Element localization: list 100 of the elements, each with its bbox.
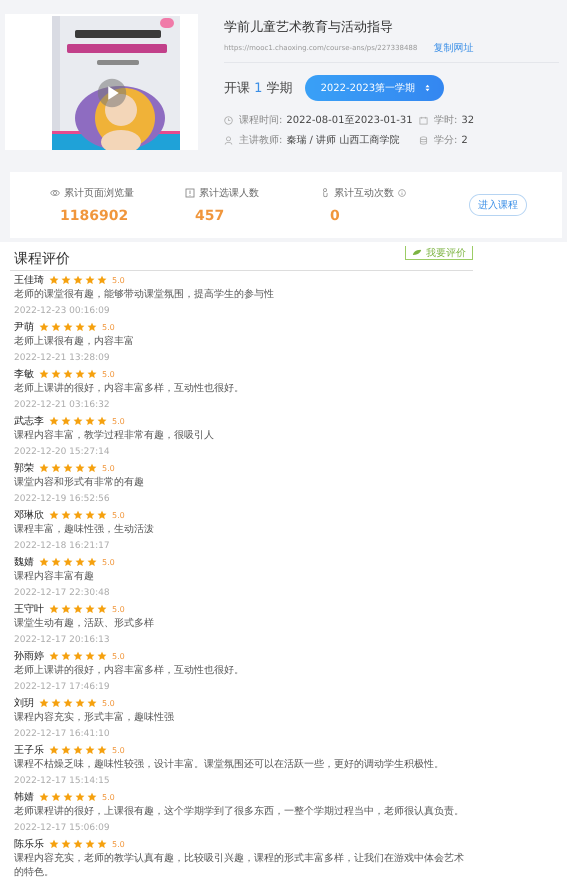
stat-value: 457 (194, 208, 226, 224)
review-date: 2022-12-18 16:21:17 (14, 540, 111, 553)
star-icon (49, 651, 59, 661)
rating-score: 5.0 (102, 370, 115, 378)
review-date: 2022-12-17 15:14:15 (14, 775, 111, 788)
star-icon (39, 463, 49, 473)
star-icon (75, 698, 85, 708)
review-comment: 课程丰富，趣味性强，生动活泼 (14, 523, 155, 537)
reviewer-name: 王子乐 (14, 744, 44, 757)
star-icon (51, 698, 61, 708)
star-icon (85, 651, 95, 661)
review-date: 2022-12-17 22:30:48 (14, 587, 111, 600)
reviewer-name: 邓琳欣 (14, 508, 44, 522)
rating-score: 5.0 (112, 510, 125, 520)
stat-label: 累计互动次数 (334, 186, 394, 200)
enter-course-button[interactable]: 进入课程 (469, 194, 527, 216)
review-comment: 老师课程讲的很好，上课很有趣，这个学期学到了很多东西，一整个学期过程当中，老师很认真负责。 (14, 805, 465, 819)
reviewer-name: 李敏 (14, 368, 34, 381)
star-icon (63, 698, 73, 708)
star-icon (87, 322, 97, 332)
star-icon (85, 745, 95, 755)
star-icon (73, 604, 83, 614)
rating-score: 5.0 (102, 464, 115, 472)
star-icon (73, 745, 83, 755)
star-icon (51, 322, 61, 332)
stat-label: 累计页面浏览量 (64, 186, 134, 200)
sort-caret-icon (425, 84, 430, 92)
star-icon (61, 745, 71, 755)
star-icon (49, 416, 59, 426)
rating-score: 5.0 (112, 746, 125, 754)
star-icon (61, 651, 71, 661)
rating-score: 5.0 (102, 558, 115, 566)
star-icon (49, 510, 59, 520)
review-comment: 课堂生动有趣，活跃、形式多样 (14, 617, 155, 631)
star-icon (39, 792, 49, 802)
rating-score: 5.0 (102, 792, 115, 802)
star-icon (75, 557, 85, 567)
star-icon (51, 792, 61, 802)
star-icon (97, 839, 107, 849)
star-icon (51, 463, 61, 473)
reviewer-name: 武志李 (14, 414, 44, 428)
review-comment: 老师上课讲的很好，内容丰富多样，互动性也很好。 (14, 382, 245, 396)
star-icon (63, 792, 73, 802)
copy-link[interactable]: 复制网址 (433, 41, 474, 55)
reviewer-name: 郭荣 (14, 462, 34, 475)
play-icon[interactable] (97, 78, 127, 108)
star-icon (73, 416, 83, 426)
clock-icon (224, 116, 233, 124)
term-count: 开课 1 学期 (224, 80, 293, 97)
review-comment: 课堂内容和形式有非常的有趣 (14, 476, 145, 490)
review-comment: 课程内容丰富，教学过程非常有趣，很吸引人 (14, 429, 215, 443)
star-icon (61, 510, 71, 520)
star-icon (75, 322, 85, 332)
star-icon (61, 275, 71, 285)
review-date: 2022-12-17 17:46:19 (14, 681, 111, 694)
reviewer-name: 陈乐乐 (14, 838, 44, 851)
star-icon (63, 322, 73, 332)
review-comment: 老师上课很有趣，内容丰富 (14, 335, 135, 349)
term-select[interactable]: 2022-2023第一学期 (304, 75, 444, 101)
rating-score: 5.0 (112, 604, 125, 614)
star-icon (51, 369, 61, 379)
review-comment: 课程不枯燥乏味，趣味性较强，设计丰富。课堂氛围还可以在活跃一些，更好的调动学生积极性。 (14, 758, 445, 772)
info-label: 主讲教师: (239, 134, 282, 147)
review-comment: 课程内容丰富有趣 (14, 570, 95, 584)
star-icon (63, 557, 73, 567)
star-icon (87, 463, 97, 473)
star-icon (87, 698, 97, 708)
rating-score: 5.0 (102, 322, 115, 332)
leaf-icon (412, 249, 422, 256)
section-title: 课程评价 (14, 250, 70, 268)
star-icon (39, 322, 49, 332)
reviewer-name: 韩婧 (14, 790, 34, 804)
info-value: 2022-08-01至2023-01-31 (286, 114, 413, 127)
star-icon (75, 369, 85, 379)
info-value: 秦瑞 / 讲师 山西工商学院 (286, 134, 400, 147)
review-comment: 课程内容充实，老师的教学认真有趣，比较吸引兴趣，课程的形式丰富多样，让我们在游戏中体会艺术的特色。 (14, 852, 465, 880)
write-review-button[interactable]: 我要评价 (405, 246, 473, 260)
star-icon (73, 839, 83, 849)
review-date: 2022-12-21 03:16:32 (14, 399, 111, 412)
star-icon (63, 463, 73, 473)
help-icon[interactable] (398, 189, 406, 197)
review-comment: 老师的课堂很有趣，能够带动课堂氛围，提高学生的参与性 (14, 288, 275, 302)
stat-value: 1186902 (59, 208, 130, 224)
star-icon (97, 745, 107, 755)
info-value: 32 (461, 114, 474, 126)
star-icon (61, 839, 71, 849)
rating-score: 5.0 (112, 276, 125, 284)
star-icon (85, 839, 95, 849)
rating-score: 5.0 (112, 840, 125, 848)
star-icon (49, 604, 59, 614)
review-date: 2022-12-17 15:06:09 (14, 822, 111, 835)
info-label: 学分: (434, 134, 458, 147)
star-icon (85, 416, 95, 426)
review-date: 2022-12-17 20:16:13 (14, 634, 111, 647)
reviewer-name: 刘玥 (14, 696, 34, 710)
star-icon (73, 275, 83, 285)
star-icon (73, 510, 83, 520)
star-icon (87, 557, 97, 567)
star-icon (49, 745, 59, 755)
star-icon (61, 604, 71, 614)
